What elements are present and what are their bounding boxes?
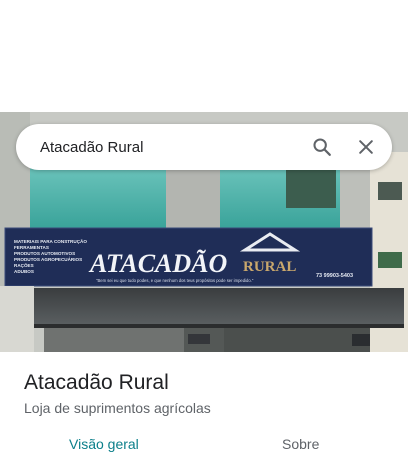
- sign-line: RAÇÕES: [14, 262, 34, 268]
- sign-slogan: "Bem sei eu que tudo podes, e que nenhum…: [96, 278, 254, 283]
- sign-line: PRODUTOS AGROPECUÁRIOS: [14, 256, 82, 262]
- close-button[interactable]: [346, 127, 386, 167]
- sign-line: PRODUTOS AUTOMOTIVOS: [14, 251, 75, 256]
- place-category: Loja de suprimentos agrícolas: [24, 400, 211, 416]
- place-tabs: Visão geral Sobre: [0, 426, 408, 464]
- search-bar[interactable]: Atacadão Rural: [16, 124, 392, 170]
- search-button[interactable]: [302, 127, 342, 167]
- sign-line: FERRAMENTAS: [14, 245, 49, 250]
- tab-about[interactable]: Sobre: [282, 436, 319, 452]
- close-icon: [359, 140, 373, 154]
- sign-line: MATERIAIS PARA CONSTRUÇÃO: [14, 238, 87, 244]
- place-title: Atacadão Rural: [24, 371, 169, 394]
- sign-store-name-suffix: RURAL: [243, 259, 296, 275]
- tab-overview[interactable]: Visão geral: [69, 436, 139, 452]
- sign-line: ADUBOS: [14, 269, 34, 274]
- place-info: Atacadão Rural Loja de suprimentos agríc…: [24, 370, 394, 417]
- sign-phone: 73 99903-5403: [316, 273, 353, 279]
- search-icon: [313, 138, 331, 156]
- search-input[interactable]: Atacadão Rural: [40, 139, 302, 156]
- sign-store-name: ATACADÃO: [88, 249, 227, 278]
